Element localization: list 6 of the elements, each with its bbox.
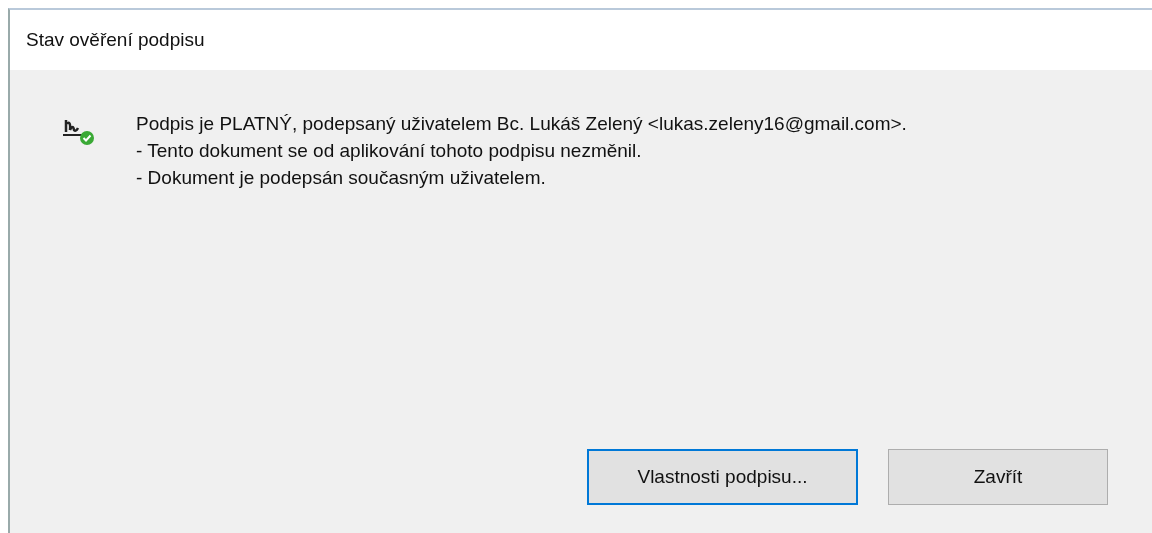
window-title: Stav ověření podpisu: [26, 29, 205, 51]
close-button[interactable]: Zavřít: [888, 449, 1108, 505]
properties-button[interactable]: Vlastnosti podpisu...: [587, 449, 858, 505]
message-text: - Tento dokument se od aplikování tohoto podpisu nezměnil.: [136, 139, 643, 162]
message-text: - Dokument je podepsán současným uživatelem.: [136, 166, 547, 189]
message-text: Podpis je PLATNÝ, podepsaný uživatelem Bc. Lukáš Zelený <lukas.zeleny16@gmail.com>.: [136, 112, 907, 135]
